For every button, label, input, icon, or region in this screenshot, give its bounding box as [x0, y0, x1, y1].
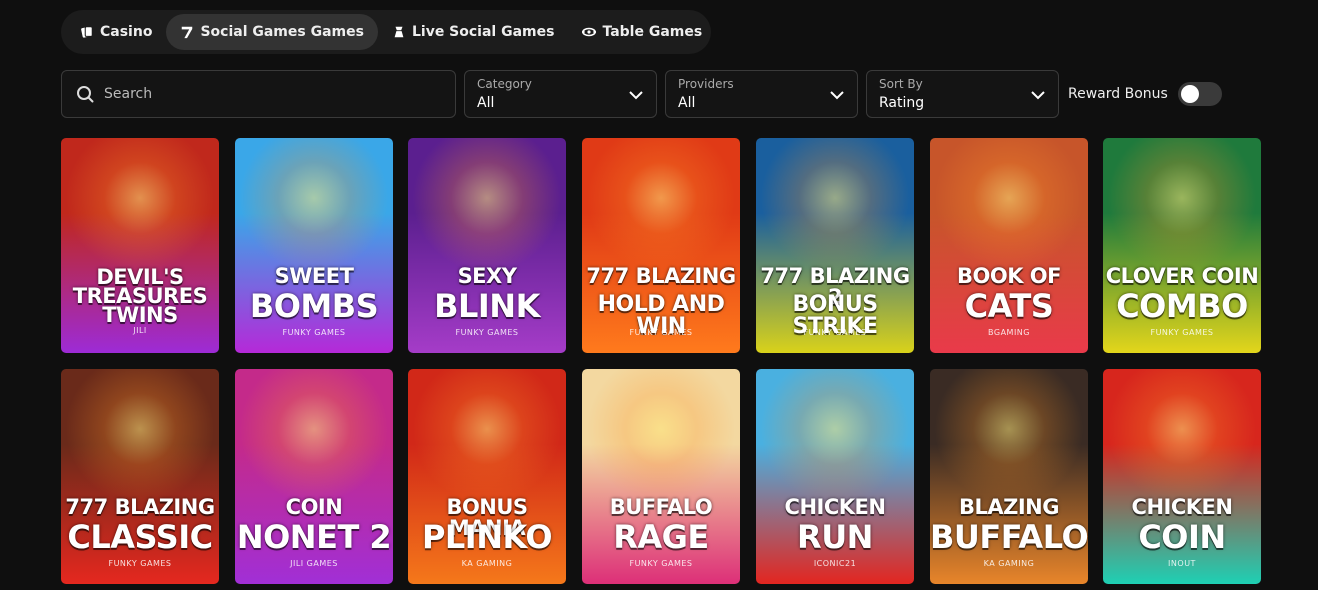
game-card[interactable]: BLAZING BUFFALO KA GAMING [930, 369, 1088, 584]
game-card[interactable]: BONUS MANIA PLINKO KA GAMING [408, 369, 566, 584]
tab-label: Social Games Games [200, 24, 364, 40]
game-title-line: BLAZING [959, 495, 1060, 519]
chevron-down-icon [629, 91, 643, 100]
game-provider: INOUT [1168, 559, 1196, 568]
game-title-line: RAGE [613, 518, 709, 556]
game-title-line: NONET 2 [236, 518, 392, 556]
game-title-line: BOOK OF [957, 264, 1062, 288]
sort-label: Sort By [879, 77, 923, 91]
game-card[interactable]: SEXY BLINK FUNKY GAMES [408, 138, 566, 353]
seven-icon [182, 26, 193, 39]
game-title-line: SWEET [274, 264, 354, 288]
tab-casino[interactable]: Casino [66, 14, 166, 50]
category-label: Category [477, 77, 532, 91]
tab-label: Casino [100, 24, 153, 40]
game-title-line: CATS [964, 287, 1054, 325]
reward-bonus: Reward Bonus [1068, 82, 1222, 106]
game-provider: JILI [133, 326, 147, 335]
game-title-line: BLINK [434, 287, 540, 325]
search-icon [77, 86, 94, 103]
sort-value: Rating [879, 95, 925, 111]
game-card[interactable]: 777 BLAZING CLASSIC FUNKY GAMES [61, 369, 219, 584]
game-provider: FUNKY GAMES [282, 328, 346, 337]
game-title-line: RUN [797, 518, 873, 556]
game-card[interactable]: SWEET BOMBS FUNKY GAMES [235, 138, 393, 353]
toggle-knob [1180, 85, 1199, 103]
providers-value: All [678, 95, 696, 111]
game-title-line: CLASSIC [67, 518, 213, 556]
game-provider: ICONIC21 [813, 559, 857, 568]
game-card[interactable]: COIN NONET 2 JILI GAMES [235, 369, 393, 584]
game-provider: FUNKY GAMES [108, 559, 172, 568]
game-card[interactable]: CLOVER COIN COMBO FUNKY GAMES [1103, 138, 1261, 353]
game-provider: FUNKY GAMES [803, 328, 867, 337]
dealer-icon [394, 26, 404, 38]
tab-table-games[interactable]: Table Games [568, 14, 716, 50]
game-title-line: 777 BLAZING [586, 264, 736, 288]
game-card[interactable]: 777 BLAZING 2 BONUS STRIKE FUNKY GAMES [756, 138, 914, 353]
reward-bonus-label: Reward Bonus [1068, 86, 1168, 102]
category-value: All [477, 95, 495, 111]
game-card[interactable]: BUFFALO RAGE FUNKY GAMES [582, 369, 740, 584]
game-provider: FUNKY GAMES [455, 328, 519, 337]
tab-social-games[interactable]: Social Games Games [166, 14, 378, 50]
game-title-line: COIN [1138, 518, 1226, 556]
game-title-line: COIN [285, 495, 343, 519]
game-title-line: CHICKEN [1131, 495, 1233, 519]
game-provider: BGAMING [988, 328, 1030, 337]
game-title-line: CHICKEN [784, 495, 886, 519]
game-card[interactable]: CHICKEN RUN ICONIC21 [756, 369, 914, 584]
game-card[interactable]: BOOK OF CATS BGAMING [930, 138, 1088, 353]
tab-live-social-games[interactable]: Live Social Games [378, 14, 569, 50]
game-title-line: SEXY [457, 264, 517, 288]
providers-label: Providers [678, 77, 734, 91]
game-title-line: COMBO [1116, 287, 1248, 325]
game-provider: FUNKY GAMES [629, 559, 693, 568]
game-provider: FUNKY GAMES [1150, 328, 1214, 337]
game-title-line: BUFFALO [609, 495, 713, 519]
tab-label: Live Social Games [411, 24, 555, 40]
search-input[interactable] [104, 86, 404, 102]
game-provider: KA GAMING [461, 559, 513, 568]
game-card[interactable]: CHICKEN COIN INOUT [1103, 369, 1261, 584]
category-select[interactable]: Category All [464, 70, 657, 118]
game-card[interactable]: 777 BLAZING HOLD AND WIN FUNKY GAMES [582, 138, 740, 353]
game-card[interactable]: DEVIL'S TREASURES TWINS JILI [61, 138, 219, 353]
game-title-line: CLOVER COIN [1105, 264, 1259, 288]
cards-icon [81, 26, 93, 38]
game-title-line: PLINKO [421, 518, 553, 556]
game-provider: FUNKY GAMES [629, 328, 693, 337]
chevron-down-icon [1031, 91, 1045, 100]
sort-select[interactable]: Sort By Rating [866, 70, 1059, 118]
chevron-down-icon [830, 91, 844, 100]
tab-label: Table Games [602, 24, 703, 40]
filter-bar: Category All Providers All Sort By Ratin… [61, 70, 1261, 118]
category-tabs: Casino Social Games Games Live Social Ga… [61, 10, 711, 54]
game-provider: KA GAMING [983, 559, 1035, 568]
game-title-line: BUFFALO [930, 518, 1088, 556]
game-title-line: TWINS [102, 303, 178, 327]
game-title-line: 777 BLAZING [65, 495, 215, 519]
game-title-line: BOMBS [249, 287, 379, 325]
search-box[interactable] [61, 70, 456, 118]
game-provider: JILI GAMES [290, 559, 338, 568]
reward-bonus-toggle[interactable] [1177, 82, 1222, 106]
providers-select[interactable]: Providers All [665, 70, 858, 118]
chip-icon [582, 27, 597, 37]
